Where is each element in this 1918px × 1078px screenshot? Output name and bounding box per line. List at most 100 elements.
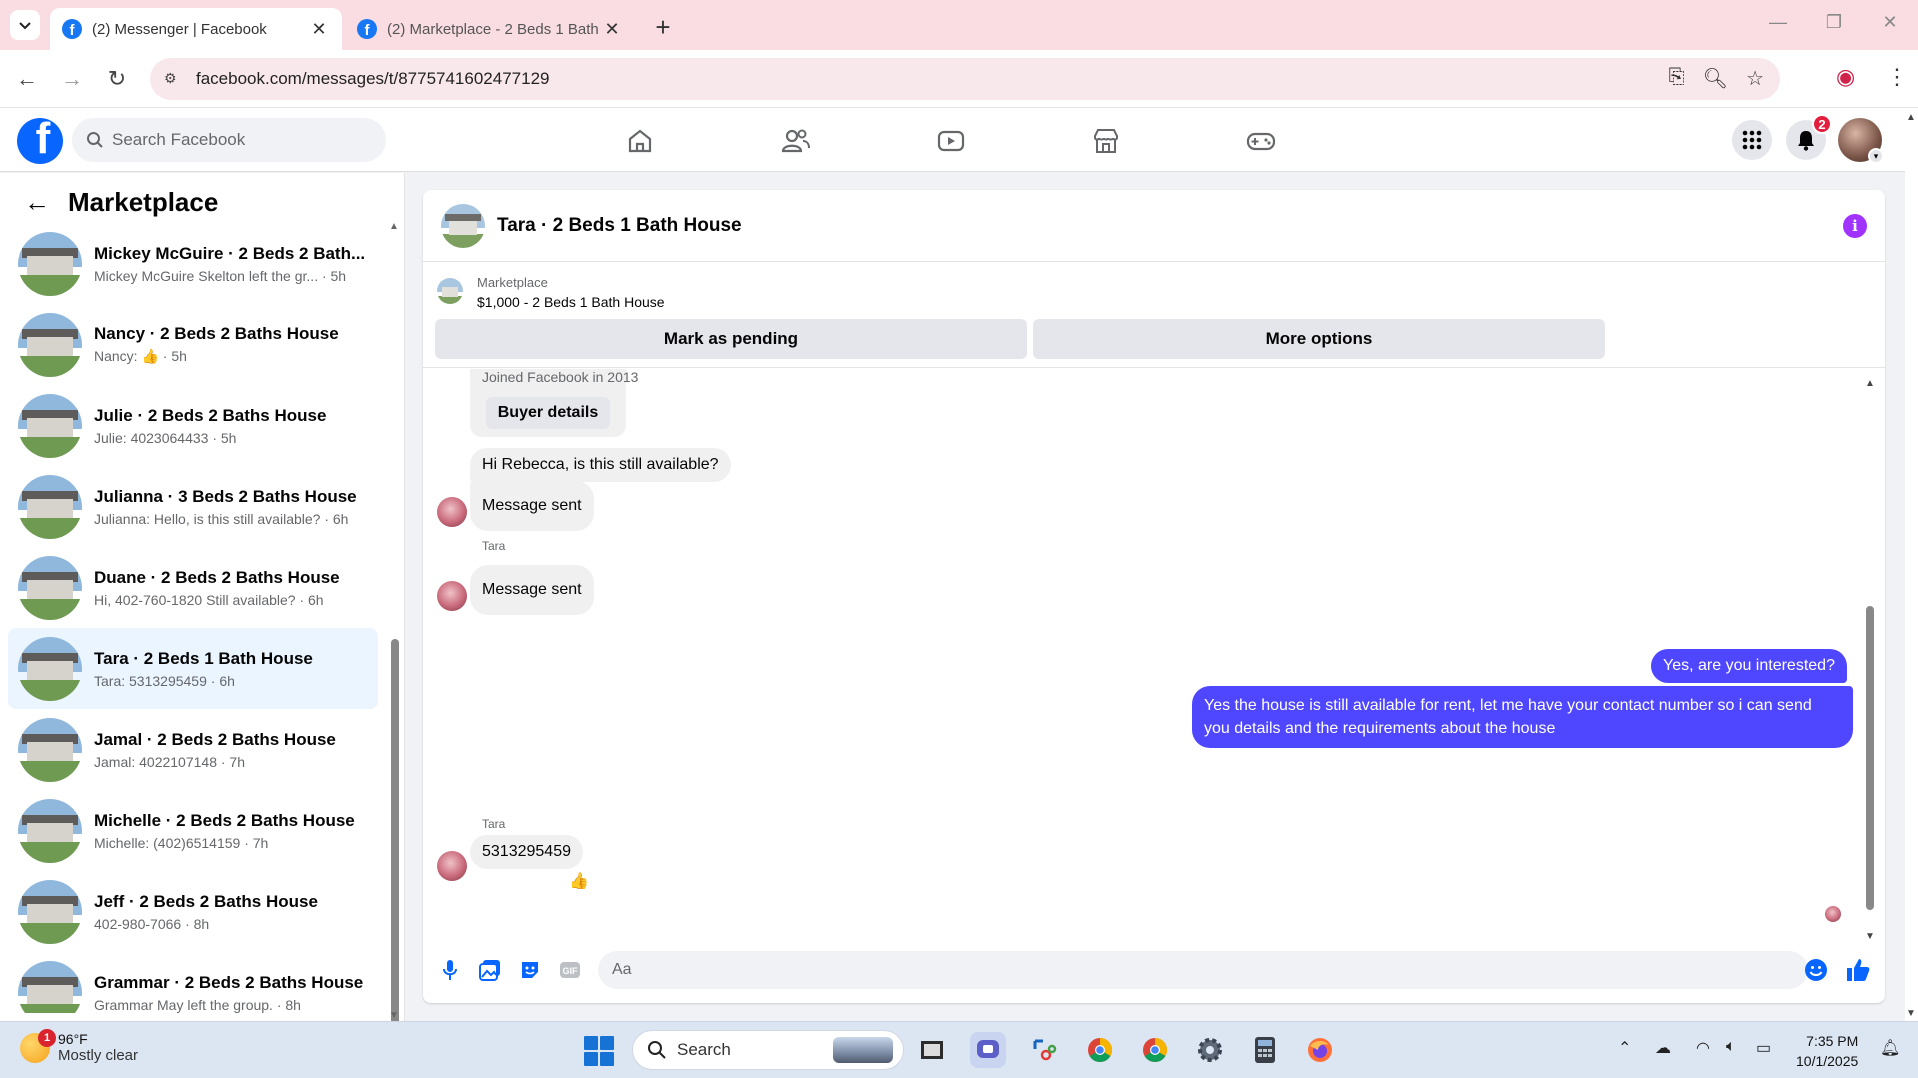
gif-icon[interactable]: GIF [557,957,583,983]
conversation-item[interactable]: Julianna · 3 Beds 2 Baths House Julianna:… [8,466,378,547]
home-icon[interactable] [623,124,657,158]
snipping-tool-icon[interactable] [1026,1032,1062,1068]
page-scrollbar[interactable]: ▲ ▼ [1905,108,1918,1021]
close-window-icon[interactable]: ✕ [1870,12,1910,33]
scrollbar-thumb[interactable] [391,639,399,1049]
teams-icon[interactable] [970,1032,1006,1068]
facebook-search[interactable] [72,118,386,162]
volume-icon[interactable]: 🔈︎ [1726,1038,1736,1056]
message-composer: GIF [423,945,1885,995]
conversation-item[interactable]: Nancy · 2 Beds 2 Baths House Nancy: 👍 · 5… [8,304,378,385]
calculator-icon[interactable] [1247,1032,1283,1068]
scroll-up-icon[interactable]: ▲ [389,221,399,232]
taskbar-search[interactable]: Search [632,1030,904,1070]
bookmark-star-icon[interactable]: ☆ [1746,66,1764,91]
search-highlight-icon [833,1037,893,1063]
kebab-menu-icon[interactable]: ⋮ [1886,64,1908,90]
chrome-profile-icon[interactable] [1082,1032,1118,1068]
conversation-title[interactable]: Tara · 2 Beds 1 Bath House [497,215,742,237]
onedrive-icon[interactable]: ☁ [1655,1038,1671,1058]
scroll-down-icon[interactable]: ▼ [389,1010,399,1021]
install-app-icon[interactable]: ⎘ [1669,66,1685,91]
tab-messenger[interactable]: f (2) Messenger | Facebook ✕ [50,8,342,50]
restore-icon[interactable]: ❐ [1814,12,1854,33]
new-tab-button[interactable]: + [648,12,678,43]
conversation-list: Mickey McGuire · 2 Beds 2 Bath... Mickey … [8,223,378,1013]
tray-overflow-icon[interactable]: ⌃ [1618,1038,1631,1058]
back-arrow-icon[interactable]: ← [24,187,50,218]
conversation-item[interactable]: Tara · 2 Beds 1 Bath House Tara: 53132954… [8,628,378,709]
chrome-icon[interactable] [1137,1032,1173,1068]
info-icon[interactable]: i [1843,214,1867,238]
notifications-button[interactable]: 2 [1786,114,1832,160]
tab-title: (2) Messenger | Facebook [92,20,267,38]
scroll-up-icon[interactable]: ▲ [1865,378,1875,389]
thumbs-up-reaction-icon[interactable]: 👍 [569,871,589,891]
sender-avatar[interactable] [437,581,467,611]
sender-name: Tara [482,817,506,831]
scrollbar-thumb[interactable] [1866,606,1874,910]
minimize-icon[interactable]: — [1758,12,1798,33]
menu-grid-button[interactable] [1732,120,1772,160]
scroll-down-icon[interactable]: ▼ [1865,931,1875,942]
like-button-icon[interactable] [1845,957,1871,983]
more-options-button[interactable]: More options [1033,319,1605,359]
address-bar[interactable]: ⚙ facebook.com/messages/t/87757416024771… [150,58,1780,100]
emoji-icon[interactable] [1803,957,1829,983]
listing-avatar[interactable] [441,203,485,248]
conversation-preview: Hi, 402-760-1820 Still available? · 6h [94,591,324,608]
message-input[interactable] [598,951,1808,989]
zoom-icon[interactable]: 🔍︎ [1703,66,1728,91]
firefox-icon[interactable] [1302,1032,1338,1068]
profile-icon[interactable]: ◉ [1836,64,1855,90]
chat-scrollbar[interactable]: ▲ ▼ [1865,378,1875,942]
mark-as-pending-button[interactable]: Mark as pending [435,319,1027,359]
forward-button[interactable]: → [57,64,87,94]
conversation-item[interactable]: Duane · 2 Beds 2 Baths House Hi, 402-760-… [8,547,378,628]
site-info-icon[interactable]: ⚙ [164,70,182,88]
conversation-item[interactable]: Jamal · 2 Beds 2 Baths House Jamal: 40221… [8,709,378,790]
photo-icon[interactable] [477,957,503,983]
sender-avatar[interactable] [437,851,467,881]
wifi-icon[interactable]: ◠ [1696,1038,1710,1058]
buyer-details-button[interactable]: Buyer details [486,397,610,429]
file-explorer-icon[interactable] [914,1032,950,1068]
close-tab-icon[interactable]: ✕ [308,19,330,40]
notification-bell-icon[interactable]: 🔔︎ [1880,1038,1900,1058]
settings-gear-icon[interactable] [1192,1032,1228,1068]
sidebar-header: ← Marketplace [24,187,218,218]
scroll-up-icon[interactable]: ▲ [1906,112,1916,123]
conversation-item[interactable]: Jeff · 2 Beds 2 Baths House 402-980-7066 … [8,871,378,952]
taskbar-search-label: Search [677,1040,731,1059]
video-icon[interactable] [934,124,968,158]
facebook-logo[interactable]: f [17,118,63,164]
windows-start-icon[interactable] [584,1036,614,1066]
listing-thumbnail [18,798,82,863]
conversation-item[interactable]: Michelle · 2 Beds 2 Baths House Michelle:… [8,790,378,871]
reload-button[interactable]: ↻ [102,64,132,94]
sidebar-scrollbar[interactable]: ▲ ▼ [389,221,399,1049]
back-button[interactable]: ← [12,64,42,94]
marketplace-icon[interactable] [1089,124,1123,158]
tab-marketplace[interactable]: f (2) Marketplace - 2 Beds 1 Bath ✕ [345,8,635,50]
sticker-icon[interactable] [517,957,543,983]
chevron-down-icon [19,22,31,30]
gaming-icon[interactable] [1244,124,1278,158]
conversation-item[interactable]: Grammar · 2 Beds 2 Baths House Grammar Ma… [8,952,378,1013]
conversation-item[interactable]: Mickey McGuire · 2 Beds 2 Bath... Mickey … [8,223,378,304]
battery-icon[interactable]: ▭ [1756,1038,1771,1058]
weather-widget[interactable]: 1 96°F Mostly clear [20,1028,138,1064]
friends-icon[interactable] [779,124,813,158]
conversation-item[interactable]: Julie · 2 Beds 2 Baths House Julie: 40230… [8,385,378,466]
search-input[interactable] [112,130,352,150]
system-clock[interactable]: 7:35 PM 10/1/2025 [1796,1031,1858,1071]
listing-thumbnail[interactable] [437,278,463,304]
microphone-icon[interactable] [437,957,463,983]
scroll-down-icon[interactable]: ▼ [1906,1008,1916,1019]
conversation-name: Tara · 2 Beds 1 Bath House [94,648,313,668]
close-tab-icon[interactable]: ✕ [601,19,623,40]
account-avatar[interactable]: ▾ [1838,118,1884,164]
sender-avatar[interactable] [437,497,467,527]
tab-search-button[interactable] [10,10,40,40]
listing-price-title[interactable]: $1,000 - 2 Beds 1 Bath House [477,294,665,310]
